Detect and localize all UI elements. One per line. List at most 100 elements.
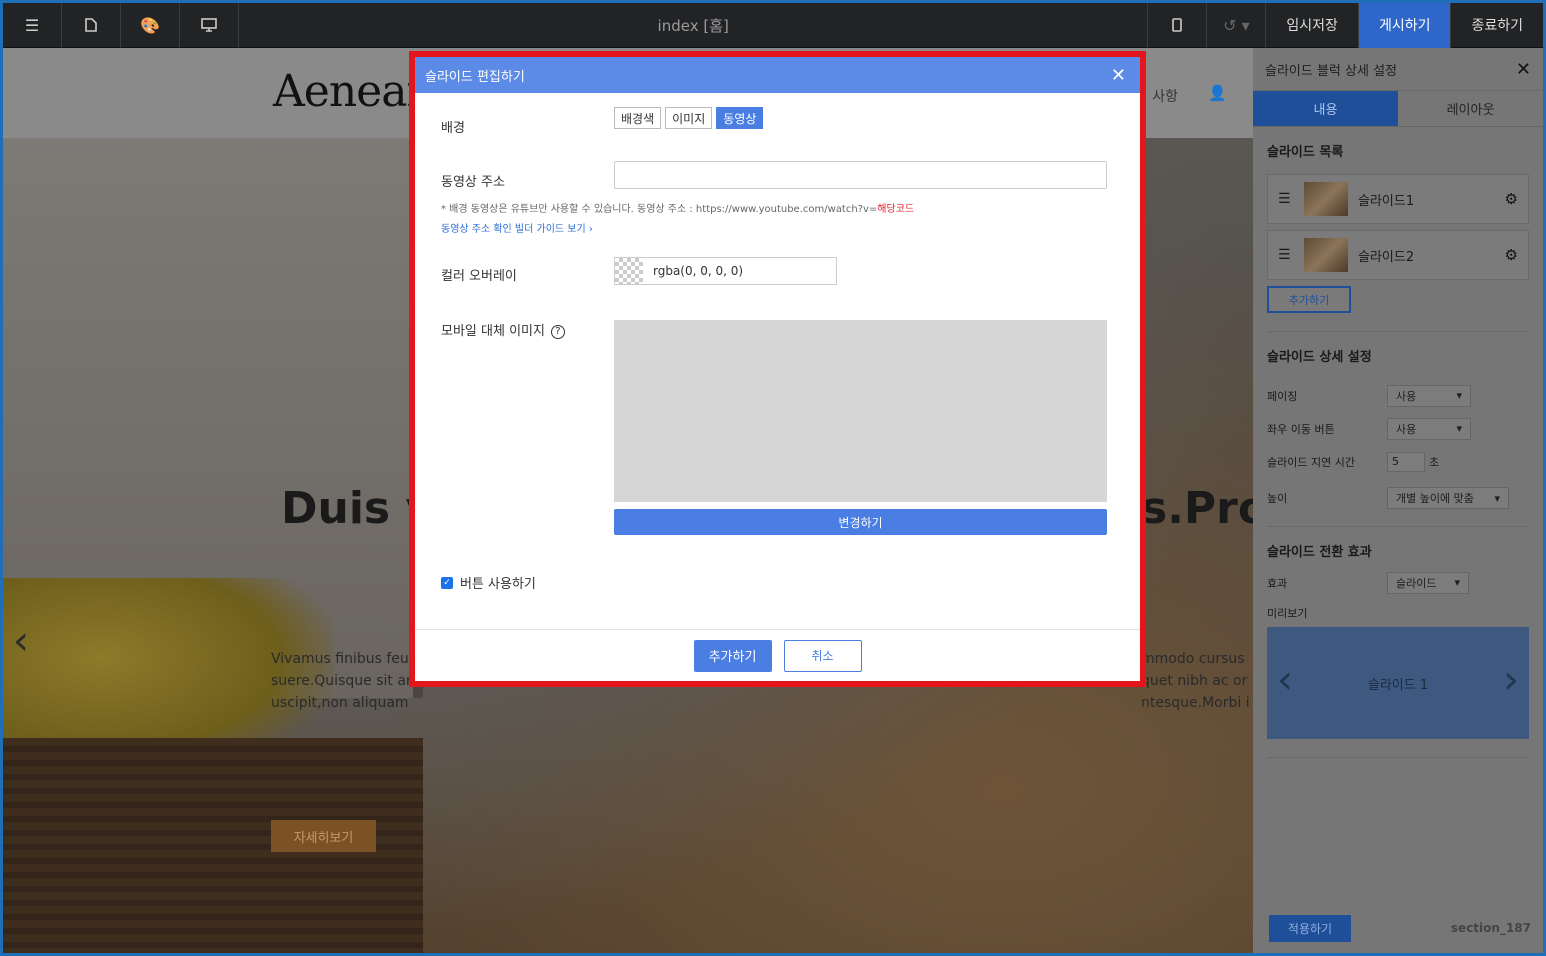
select-value: 개별 높이에 맞춤 xyxy=(1396,492,1474,505)
caret-down-icon: ▾ xyxy=(1454,576,1460,589)
hero-text-line: ntesque.Morbi i xyxy=(1141,695,1250,711)
bg-video-option[interactable]: 동영상 xyxy=(716,107,764,129)
tab-content[interactable]: 내용 xyxy=(1253,91,1398,127)
mobile-image-label: 모바일 대체 이미지? xyxy=(441,320,565,339)
publish-button[interactable]: 게시하기 xyxy=(1357,3,1451,48)
bg-type-selector: 배경색 이미지 동영상 xyxy=(614,107,764,129)
effect-row: 효과 슬라이드 ▾ xyxy=(1267,566,1529,599)
section-id: section_187 xyxy=(1450,921,1531,935)
user-icon[interactable]: 👤 xyxy=(1208,84,1227,102)
monitor-icon xyxy=(201,18,217,32)
hero-text-right: mmodo cursus quet nibh ac or ntesque.Mor… xyxy=(1141,648,1253,714)
menu-button[interactable]: ☰ xyxy=(3,3,62,48)
height-row: 높이 개별 높이에 맞춤 ▾ xyxy=(1267,478,1529,518)
use-button-row: ✓ 버튼 사용하기 xyxy=(441,573,536,592)
video-url-label: 동영상 주소 xyxy=(441,175,505,190)
hero-more-button[interactable]: 자세히보기 xyxy=(271,820,376,852)
hero-text-line: suere.Quisque sit ar xyxy=(271,673,411,689)
slide-thumbnail xyxy=(1304,238,1348,272)
add-slide-button[interactable]: 추가하기 xyxy=(1267,286,1351,313)
select-value: 슬라이드 xyxy=(1396,576,1437,590)
top-toolbar: ☰ 🎨 index [홈] ↺ ▾ 임시저장 게시하기 종료하기 xyxy=(3,3,1543,48)
chevron-left-icon[interactable]: ‹ xyxy=(13,618,29,664)
pages-button[interactable] xyxy=(62,3,121,48)
arrows-label: 좌우 이동 버튼 xyxy=(1267,422,1335,436)
bg-image-option[interactable]: 이미지 xyxy=(665,107,713,129)
slide-label: 슬라이드1 xyxy=(1358,193,1415,209)
chevron-right-icon[interactable]: › xyxy=(1503,657,1519,703)
guide-link[interactable]: 동영상 주소 확인 빌더 가이드 보기 › xyxy=(441,220,593,235)
divider xyxy=(1267,757,1529,758)
site-nav-item[interactable]: 사항 xyxy=(1152,86,1178,106)
preview-label: 미리보기 xyxy=(1267,607,1308,620)
use-button-checkbox[interactable]: ✓ xyxy=(441,576,453,589)
hero-text-left: Vivamus finibus feu suere.Quisque sit ar… xyxy=(271,648,411,714)
section-title: 슬라이드 상세 설정 xyxy=(1267,350,1372,365)
hero-title-right: s.Pro xyxy=(1141,483,1253,534)
color-overlay-field[interactable]: rgba(0, 0, 0, 0) xyxy=(614,257,837,285)
select-value: 사용 xyxy=(1396,422,1417,436)
bg-color-option[interactable]: 배경색 xyxy=(614,107,662,129)
mobile-view-button[interactable] xyxy=(1147,3,1206,48)
undo-icon: ↺ ▾ xyxy=(1223,15,1250,35)
arrows-row: 좌우 이동 버튼 사용 ▾ xyxy=(1267,412,1529,445)
slide-settings-panel: 슬라이드 블럭 상세 설정 ✕ 내용 레이아웃 슬라이드 목록 ☰ 슬라이드1 … xyxy=(1253,48,1543,953)
use-button-label: 버튼 사용하기 xyxy=(460,577,536,592)
apply-button[interactable]: 적용하기 xyxy=(1269,914,1351,942)
desktop-view-button[interactable] xyxy=(180,3,239,48)
chevron-left-icon[interactable]: ‹ xyxy=(1277,657,1293,703)
slide-list-item[interactable]: ☰ 슬라이드2 ⚙ xyxy=(1267,230,1529,280)
caret-down-icon: ▾ xyxy=(1456,422,1462,435)
slide-thumbnail xyxy=(1304,182,1348,216)
slide-list-section: 슬라이드 목록 ☰ 슬라이드1 ⚙ ☰ 슬라이드2 ⚙ 추가하기 xyxy=(1253,127,1543,313)
modal-footer: 추가하기 취소 xyxy=(415,629,1140,681)
bg-label: 배경 xyxy=(441,121,465,136)
color-swatch[interactable] xyxy=(615,258,643,284)
height-select[interactable]: 개별 높이에 맞춤 ▾ xyxy=(1387,487,1509,509)
video-url-input[interactable] xyxy=(614,161,1107,189)
close-icon[interactable]: ✕ xyxy=(1516,59,1531,80)
hint-text: * 배경 동영상은 유튜브만 사용할 수 있습니다. 동영상 주소 : http… xyxy=(441,204,878,215)
change-image-button[interactable]: 변경하기 xyxy=(614,509,1107,535)
mobile-image-label-text: 모바일 대체 이미지 xyxy=(441,324,545,339)
modal-title: 슬라이드 편집하기 xyxy=(425,69,525,85)
select-value: 사용 xyxy=(1396,389,1417,403)
delay-input[interactable]: 5 xyxy=(1387,451,1425,472)
caret-down-icon: ▾ xyxy=(1456,389,1462,402)
overlay-label: 컬러 오버레이 xyxy=(441,269,517,284)
slide-label: 슬라이드2 xyxy=(1358,249,1415,265)
tab-layout[interactable]: 레이아웃 xyxy=(1398,91,1543,127)
help-icon[interactable]: ? xyxy=(550,324,565,339)
theme-button[interactable]: 🎨 xyxy=(121,3,180,48)
panel-header: 슬라이드 블럭 상세 설정 ✕ xyxy=(1253,48,1543,91)
file-icon xyxy=(85,18,97,32)
panel-title: 슬라이드 블럭 상세 설정 xyxy=(1265,63,1397,79)
delay-label: 슬라이드 지연 시간 xyxy=(1267,455,1355,469)
slide-list-item[interactable]: ☰ 슬라이드1 ⚙ xyxy=(1267,174,1529,224)
temp-save-button[interactable]: 임시저장 xyxy=(1265,3,1358,48)
gear-icon[interactable]: ⚙ xyxy=(1505,190,1518,208)
mobile-image-placeholder xyxy=(614,320,1107,502)
effect-select[interactable]: 슬라이드 ▾ xyxy=(1387,571,1469,594)
drag-handle-icon[interactable]: ☰ xyxy=(1278,247,1298,263)
add-button[interactable]: 추가하기 xyxy=(693,639,772,672)
cancel-button[interactable]: 취소 xyxy=(783,639,862,672)
paging-select[interactable]: 사용 ▾ xyxy=(1387,384,1471,407)
modal-header: 슬라이드 편집하기 ✕ xyxy=(415,57,1140,93)
drag-handle-icon[interactable]: ☰ xyxy=(1278,191,1298,207)
effect-label: 효과 xyxy=(1267,576,1288,590)
gear-icon[interactable]: ⚙ xyxy=(1505,246,1518,264)
hero-text-line: quet nibh ac or xyxy=(1141,673,1248,689)
slide-detail-section: 슬라이드 상세 설정 페이징 사용 ▾ 좌우 이동 버튼 사용 ▾ 슬라이드 지연 … xyxy=(1253,332,1543,518)
close-icon[interactable]: ✕ xyxy=(1111,65,1126,86)
arrows-select[interactable]: 사용 ▾ xyxy=(1387,417,1471,440)
globe-icon[interactable] xyxy=(1241,84,1243,102)
panel-footer: 적용하기 section_187 xyxy=(1253,903,1543,953)
transition-section: 슬라이드 전환 효과 효과 슬라이드 ▾ 미리보기 xyxy=(1253,527,1543,627)
undo-button[interactable]: ↺ ▾ xyxy=(1206,3,1265,48)
app-frame: ☰ 🎨 index [홈] ↺ ▾ 임시저장 게시하기 종료하기 Aenean … xyxy=(3,3,1543,953)
mobile-icon xyxy=(1172,18,1183,32)
exit-button[interactable]: 종료하기 xyxy=(1450,3,1543,48)
paging-row: 페이징 사용 ▾ xyxy=(1267,379,1529,412)
hero-text-line: mmodo cursus xyxy=(1141,651,1245,667)
